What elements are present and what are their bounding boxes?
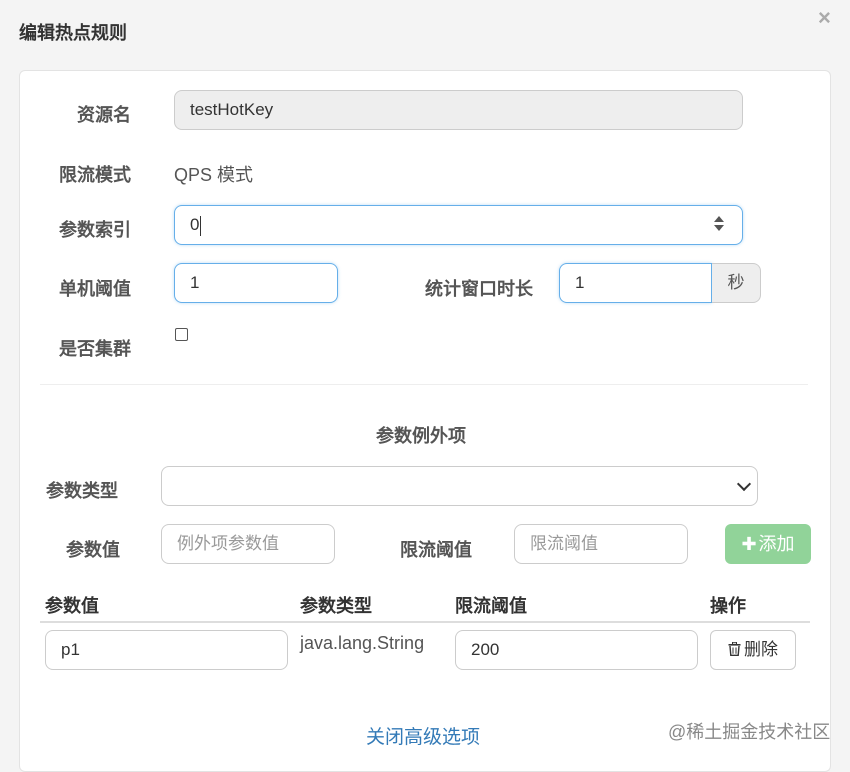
toggle-advanced-link[interactable]: 关闭高级选项 bbox=[366, 722, 480, 749]
limit-label: 限流阈值 bbox=[400, 540, 472, 560]
resource-label: 资源名 bbox=[77, 105, 131, 125]
exceptions-section-title: 参数例外项 bbox=[376, 426, 466, 446]
add-button-label: 添加 bbox=[758, 534, 795, 554]
add-exception-button[interactable]: ✚ 添加 bbox=[725, 524, 811, 564]
exception-limit-input[interactable]: 限流阈值 bbox=[514, 524, 688, 564]
delete-row-button[interactable]: 删除 bbox=[710, 630, 796, 670]
text-cursor bbox=[200, 215, 202, 236]
window-label: 统计窗口时长 bbox=[425, 279, 533, 299]
cluster-checkbox[interactable] bbox=[175, 328, 188, 341]
close-icon[interactable]: × bbox=[818, 5, 831, 31]
cluster-label: 是否集群 bbox=[59, 339, 131, 359]
exception-param-value-input[interactable]: 例外项参数值 bbox=[161, 524, 335, 564]
trash-icon bbox=[728, 641, 741, 656]
table-header-action: 操作 bbox=[710, 596, 746, 616]
row-param-value-input[interactable]: p1 bbox=[45, 630, 288, 670]
divider bbox=[40, 384, 808, 385]
window-unit-addon: 秒 bbox=[712, 263, 761, 303]
number-spinner-icon[interactable] bbox=[714, 216, 724, 231]
param-index-label: 参数索引 bbox=[59, 220, 131, 240]
plus-icon: ✚ bbox=[741, 534, 757, 554]
param-value-label: 参数值 bbox=[66, 540, 120, 560]
delete-button-label: 删除 bbox=[744, 640, 778, 659]
resource-name-input[interactable]: testHotKey bbox=[174, 90, 743, 130]
chevron-down-icon bbox=[736, 476, 752, 492]
row-param-type: java.lang.String bbox=[300, 633, 425, 653]
dialog-title: 编辑热点规则 bbox=[19, 23, 127, 43]
mode-value: QPS 模式 bbox=[174, 165, 254, 185]
watermark: @稀土掘金技术社区 bbox=[668, 722, 831, 742]
threshold-input[interactable]: 1 bbox=[174, 263, 338, 303]
row-limit-input[interactable]: 200 bbox=[455, 630, 698, 670]
table-header-param-type: 参数类型 bbox=[300, 596, 372, 616]
param-type-select[interactable] bbox=[161, 466, 758, 506]
mode-label: 限流模式 bbox=[59, 165, 131, 185]
param-index-value: 0 bbox=[190, 215, 200, 234]
table-header-divider bbox=[40, 621, 810, 623]
param-index-input[interactable]: 0 bbox=[174, 205, 743, 245]
window-input[interactable]: 1 bbox=[559, 263, 712, 303]
table-header-limit: 限流阈值 bbox=[455, 596, 527, 616]
threshold-label: 单机阈值 bbox=[59, 279, 131, 299]
param-type-label: 参数类型 bbox=[46, 481, 118, 501]
table-header-param-value: 参数值 bbox=[45, 596, 99, 616]
